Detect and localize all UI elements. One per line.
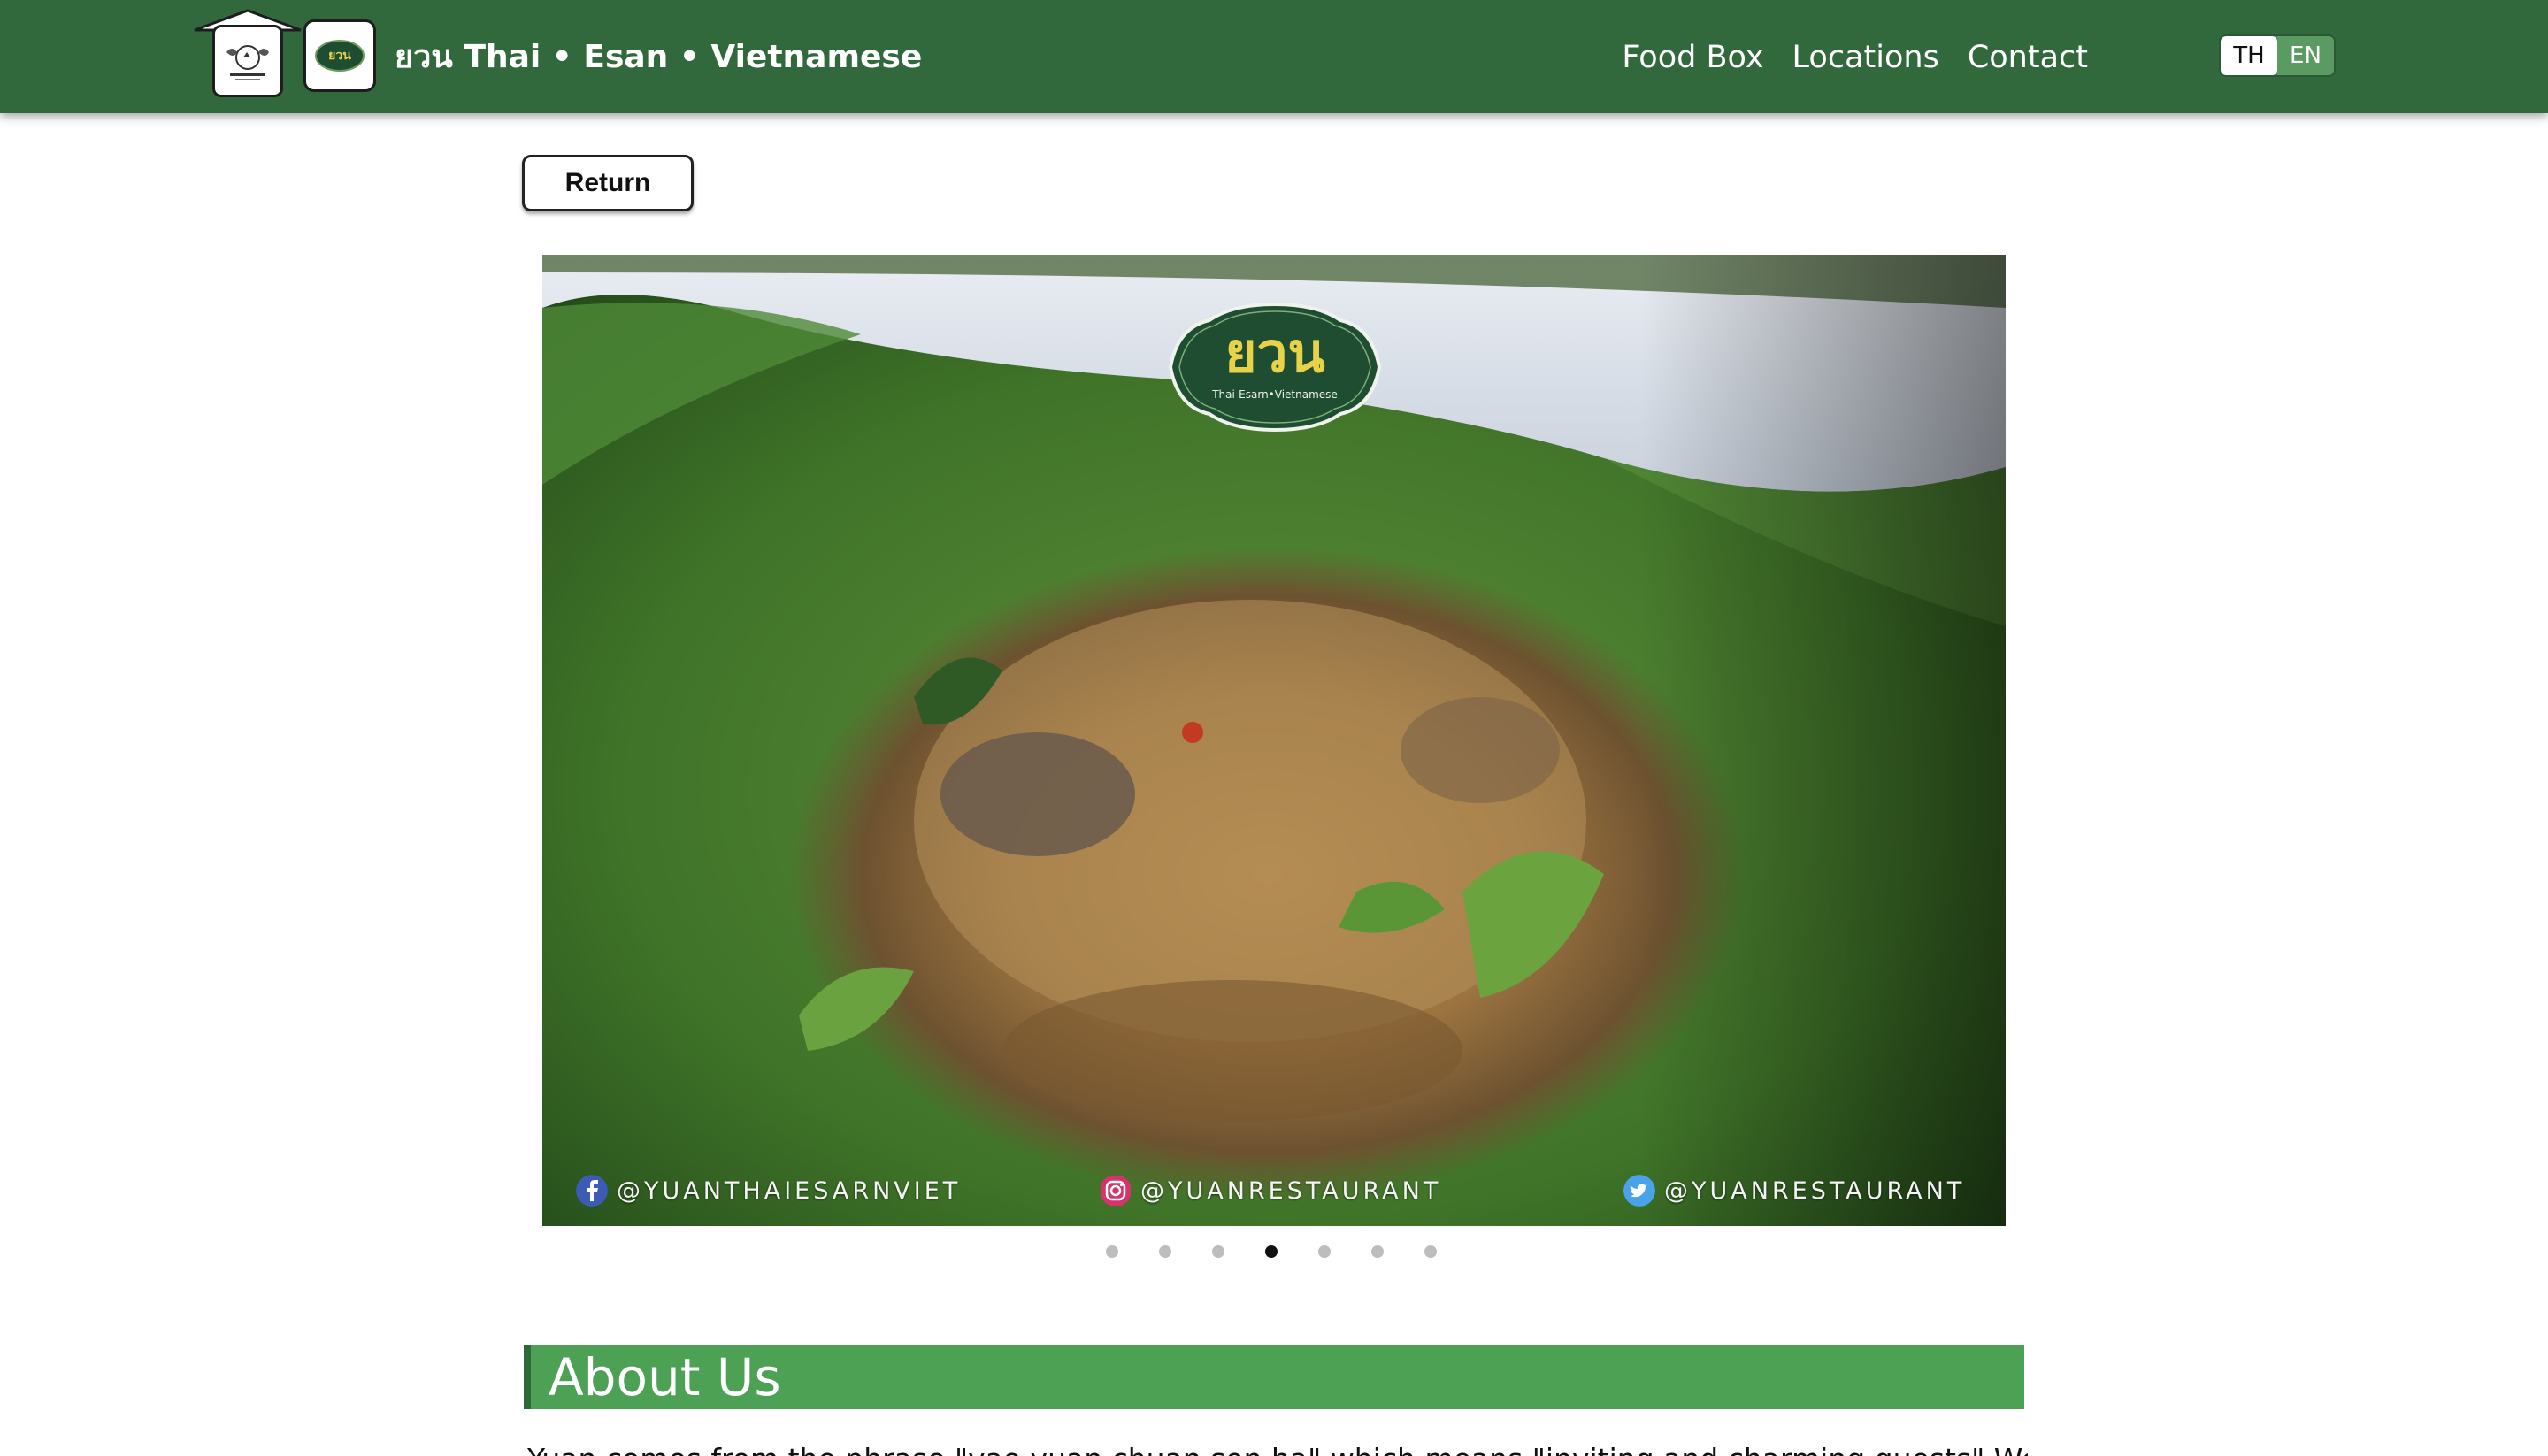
- yuan-oval-logo-icon: ยวน: [315, 40, 365, 72]
- facebook-handle: @YUANTHAIESARNVIET: [576, 1173, 961, 1208]
- carousel-dot-3[interactable]: [1212, 1245, 1224, 1258]
- brand-title[interactable]: ยวน Thai • Esan • Vietnamese: [395, 35, 922, 80]
- carousel-dot-2[interactable]: [1159, 1245, 1171, 1258]
- facebook-handle-text: @YUANTHAIESARNVIET: [617, 1176, 962, 1205]
- crest-logo-icon: [212, 25, 283, 97]
- image-carousel[interactable]: ยวน Thai-Esarn•Vietnamese @YUANTHAIESARN…: [542, 255, 2006, 1226]
- about-us-paragraph: Yuan comes from the phrase "yao yuan chu…: [527, 1438, 2028, 1456]
- lang-th-button[interactable]: TH: [2221, 36, 2277, 75]
- carousel-dot-5[interactable]: [1318, 1245, 1331, 1258]
- carousel-dot-1[interactable]: [1106, 1245, 1118, 1258]
- instagram-icon: [1101, 1176, 1131, 1206]
- badge-title: ยวน: [1224, 320, 1325, 385]
- carousel-dot-4[interactable]: [1265, 1245, 1278, 1258]
- nav-food-box[interactable]: Food Box: [1622, 35, 1763, 80]
- home-logo[interactable]: [193, 9, 303, 97]
- twitter-icon: [1623, 1175, 1655, 1207]
- about-us-text: Yuan comes from the phrase "yao yuan chu…: [527, 1438, 2028, 1456]
- nav-locations[interactable]: Locations: [1792, 35, 1939, 80]
- svg-text:ยวน: ยวน: [328, 49, 351, 63]
- nav-links: Food Box Locations Contact: [1622, 35, 2088, 80]
- about-us-header: About Us: [524, 1345, 2024, 1409]
- carousel-dot-6[interactable]: [1371, 1245, 1384, 1258]
- instagram-handle: @YUANRESTAURANT: [1100, 1173, 1441, 1208]
- brand-logo[interactable]: ยวน: [303, 19, 376, 92]
- instagram-handle-text: @YUANRESTAURANT: [1140, 1176, 1442, 1205]
- yuan-badge-logo: ยวน Thai-Esarn•Vietnamese: [1167, 301, 1383, 433]
- return-button[interactable]: Return: [522, 155, 694, 211]
- about-us-heading: About Us: [549, 1347, 781, 1407]
- navbar: ยวน ยวน Thai • Esan • Vietnamese Food Bo…: [0, 0, 2548, 113]
- lang-en-button[interactable]: EN: [2277, 36, 2334, 75]
- twitter-handle: @YUANRESTAURANT: [1623, 1173, 1965, 1208]
- facebook-icon: [576, 1175, 608, 1207]
- badge-subtitle: Thai-Esarn•Vietnamese: [1212, 388, 1338, 401]
- nav-contact[interactable]: Contact: [1968, 35, 2088, 80]
- language-switch: TH EN: [2219, 34, 2336, 77]
- twitter-handle-text: @YUANRESTAURANT: [1664, 1176, 1966, 1205]
- carousel-dot-7[interactable]: [1424, 1245, 1437, 1258]
- carousel-indicators: [1106, 1245, 1437, 1258]
